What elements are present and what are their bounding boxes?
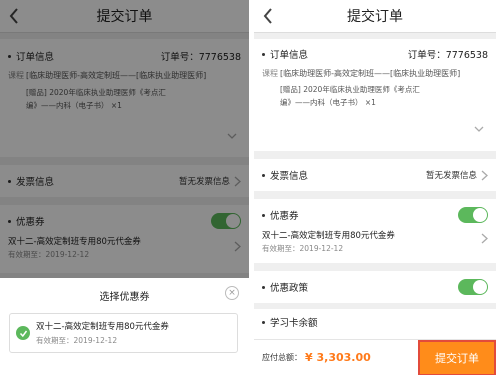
order-info-card: 订单信息 订单号：7776538 课程 [临床助理医师-高效定制班——[临床执业助… — [254, 39, 496, 151]
total-label: 应付总额： — [262, 353, 302, 362]
back-icon[interactable] — [262, 6, 280, 26]
chevron-right-icon[interactable] — [481, 233, 488, 244]
bullet-icon — [262, 285, 265, 289]
coupon-option-name: 双十二-高效定制班专用80元代金券 — [36, 322, 169, 332]
invoice-label: 发票信息 — [270, 171, 309, 182]
coupon-expiry: 有效期至：2019-12-12 — [262, 244, 344, 253]
coupon-label: 优惠券 — [270, 211, 299, 222]
check-icon — [16, 326, 30, 340]
right-screen: 提交订单 订单信息 订单号：7776538 课程 [临床助理医师-高效定制班——[… — [254, 0, 496, 375]
gift-line-2: 编》——内科（电子书） ×1 — [280, 98, 376, 107]
order-info-label: 订单信息 — [270, 50, 309, 61]
course-line: 课程 [临床助理医师-高效定制班——[临床执业助理医师] — [262, 67, 488, 80]
policy-label: 优惠政策 — [270, 283, 309, 294]
total-value: ¥ 3,303.00 — [305, 351, 371, 364]
toggle-knob — [473, 280, 487, 294]
bullet-icon — [262, 52, 265, 56]
submit-order-button[interactable]: 提交订单 — [418, 340, 496, 375]
coupon-card: 优惠券 双十二-高效定制班专用80元代金券 有效期至：2019-12-12 — [254, 199, 496, 263]
modal-overlay[interactable] — [0, 0, 249, 278]
page-title: 提交订单 — [347, 9, 403, 25]
coupon-option-expiry: 有效期至：2019-12-12 — [36, 336, 118, 345]
gift-line-1: [赠品] 2020年临床执业助理医师《考点汇 — [280, 85, 420, 94]
course-tag: 课程 — [262, 69, 278, 78]
close-icon[interactable]: × — [225, 286, 239, 300]
chevron-down-icon[interactable] — [474, 125, 484, 133]
header: 提交订单 — [254, 0, 496, 33]
invoice-value: 暂无发票信息 — [425, 171, 477, 181]
sheet-title: 选择优惠券 — [99, 292, 150, 303]
checkout-footer: 应付总额： ¥ 3,303.00 提交订单 — [254, 339, 496, 375]
order-number: 订单号：7776538 — [407, 50, 488, 61]
left-screen: 提交订单 订单信息 订单号：7776538 课程 [临床助理医师-高效定制班——[… — [0, 0, 249, 375]
toggle-knob — [473, 208, 487, 222]
coupon-option[interactable]: 双十二-高效定制班专用80元代金券 有效期至：2019-12-12 — [9, 313, 238, 353]
policy-card: 优惠政策 — [254, 271, 496, 303]
coupon-sheet: 选择优惠券 × 双十二-高效定制班专用80元代金券 有效期至：2019-12-1… — [0, 278, 249, 375]
invoice-card[interactable]: 发票信息 暂无发票信息 — [254, 159, 496, 191]
policy-toggle[interactable] — [458, 279, 488, 295]
study-card-label: 学习卡余额 — [270, 318, 318, 329]
chevron-right-icon — [481, 170, 488, 180]
bullet-icon — [262, 213, 265, 217]
bullet-icon — [262, 173, 265, 177]
coupon-toggle[interactable] — [458, 207, 488, 223]
bullet-icon — [262, 320, 265, 324]
course-name: [临床助理医师-高效定制班——[临床执业助理医师] — [280, 69, 461, 78]
coupon-name[interactable]: 双十二-高效定制班专用80元代金券 — [262, 229, 488, 241]
